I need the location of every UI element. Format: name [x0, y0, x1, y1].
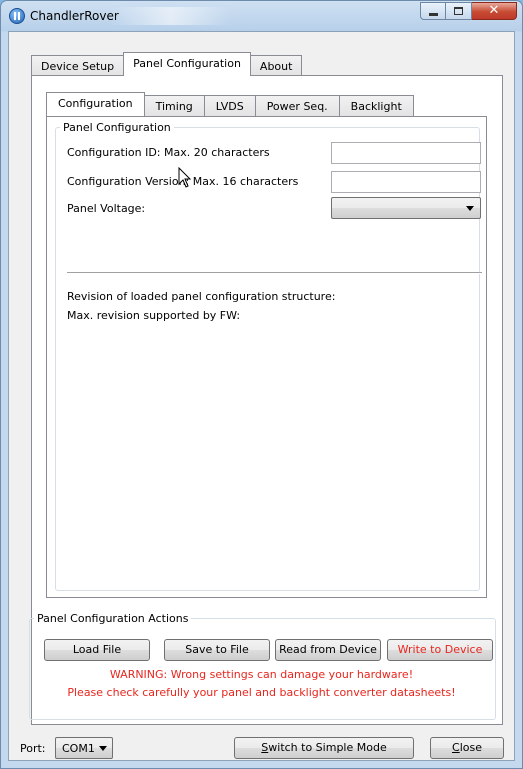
read-from-device-button[interactable]: Read from Device	[275, 639, 381, 661]
window-controls: ✕	[420, 2, 517, 20]
save-to-file-button[interactable]: Save to File	[164, 639, 270, 661]
window-title: ChandlerRover	[30, 9, 119, 23]
separator	[67, 272, 482, 274]
title-bar[interactable]: ChandlerRover ✕	[1, 1, 522, 31]
app-window: ChandlerRover ✕ Device Setup Panel Confi…	[0, 0, 523, 769]
minimize-icon	[429, 13, 438, 16]
configuration-subpane: Panel Configuration Configuration ID: Ma…	[46, 116, 487, 598]
panel-voltage-select[interactable]	[331, 197, 481, 219]
warning-line-1: WARNING: Wrong settings can damage your …	[109, 668, 414, 681]
port-select[interactable]: COM1	[55, 737, 113, 759]
app-icon	[9, 8, 25, 24]
config-id-input[interactable]	[331, 142, 481, 164]
port-value: COM1	[62, 742, 95, 755]
tab-device-setup[interactable]: Device Setup	[31, 55, 125, 76]
title-blur	[111, 7, 231, 25]
warning-line-2: Please check carefully your panel and ba…	[67, 686, 456, 699]
tab-power-seq[interactable]: Power Seq.	[254, 95, 340, 116]
close-mnemonic: C	[452, 741, 460, 754]
main-tab-bar: Device Setup Panel Configuration About	[31, 52, 303, 76]
port-label: Port:	[20, 742, 46, 755]
tab-backlight[interactable]: Backlight	[338, 95, 414, 116]
tab-about[interactable]: About	[249, 55, 303, 76]
config-version-input[interactable]	[331, 171, 481, 193]
tab-timing[interactable]: Timing	[143, 95, 205, 116]
maximize-icon	[454, 7, 463, 15]
chevron-down-icon	[466, 206, 474, 211]
load-file-button[interactable]: Load File	[44, 639, 150, 661]
close-icon: ✕	[488, 3, 500, 18]
switch-to-simple-mode-button[interactable]: Switch to Simple Mode	[234, 737, 414, 759]
close-label: lose	[459, 741, 482, 754]
write-to-device-button[interactable]: Write to Device	[387, 639, 493, 661]
switch-mode-label: witch to Simple Mode	[268, 741, 387, 754]
revision-loaded-label: Revision of loaded panel configuration s…	[67, 290, 336, 303]
chevron-down-icon	[99, 746, 107, 751]
tab-panel-configuration[interactable]: Panel Configuration	[123, 52, 251, 76]
panel-configuration-actions-group: Panel Configuration Actions	[29, 612, 496, 720]
mouse-cursor-icon	[178, 167, 192, 188]
sub-tab-bar: Configuration Timing LVDS Power Seq. Bac…	[46, 92, 414, 116]
close-button[interactable]: Close	[430, 737, 504, 759]
client-area: Device Setup Panel Configuration About C…	[8, 31, 515, 761]
minimize-button[interactable]	[420, 2, 446, 20]
tab-configuration[interactable]: Configuration	[46, 92, 145, 116]
max-revision-label: Max. revision supported by FW:	[67, 309, 241, 322]
tab-lvds[interactable]: LVDS	[203, 95, 256, 116]
actions-group-title: Panel Configuration Actions	[37, 612, 189, 625]
config-id-label: Configuration ID: Max. 20 characters	[67, 146, 270, 159]
maximize-button[interactable]	[446, 2, 472, 20]
panel-voltage-label: Panel Voltage:	[67, 202, 146, 215]
group-title: Panel Configuration	[63, 121, 171, 134]
close-window-button[interactable]: ✕	[472, 2, 517, 20]
